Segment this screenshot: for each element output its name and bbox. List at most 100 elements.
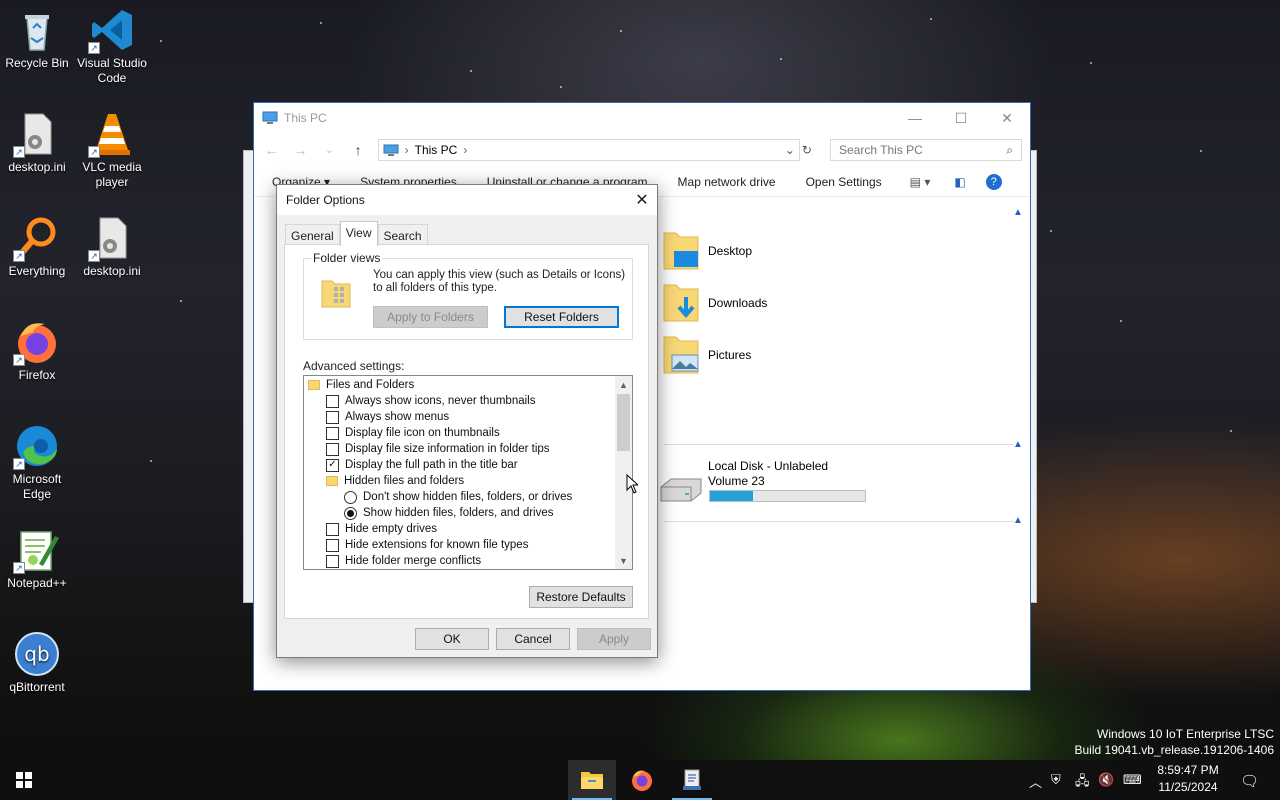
checkbox[interactable] (326, 522, 339, 536)
checkbox[interactable] (326, 538, 339, 552)
tab-view[interactable]: View (339, 221, 378, 246)
start-button[interactable] (0, 760, 48, 800)
recent-dropdown-icon[interactable]: ⌄ (320, 145, 339, 156)
forward-arrow-icon[interactable]: → (291, 142, 310, 158)
desktop-icon-firefox[interactable]: ↗ Firefox (1, 318, 73, 383)
close-window-button[interactable]: ✕ (984, 103, 1030, 133)
keyboard-icon[interactable]: ⌨ (1123, 772, 1142, 788)
qbittorrent-icon: qb (13, 630, 61, 678)
scroll-thumb[interactable] (617, 394, 630, 451)
reset-folders-button[interactable]: Reset Folders (504, 306, 619, 328)
setting-checkbox-row[interactable]: Display file icon on thumbnails (326, 425, 500, 441)
vscode-icon: ↗ (88, 6, 136, 54)
setting-checkbox-row[interactable]: Hide empty drives (326, 521, 437, 537)
back-arrow-icon[interactable]: ← (262, 142, 281, 158)
settings-scrollbar[interactable]: ▲ ▼ (615, 376, 632, 569)
setting-checkbox-row[interactable]: ✓ Display the full path in the title bar (326, 457, 518, 473)
folder-item-desktop[interactable]: Desktop (662, 231, 752, 271)
section-divider (664, 521, 1014, 522)
clock-time: 8:59:47 PM (1157, 763, 1219, 777)
breadcrumb-chevron-icon[interactable]: › (463, 143, 467, 157)
map-network-drive-button[interactable]: Map network drive (678, 175, 776, 189)
security-alert-icon[interactable]: ⛨ (1051, 772, 1061, 788)
desktop-icon-notepadpp[interactable]: ↗ Notepad++ (1, 526, 73, 591)
firefox-icon: ↗ (13, 318, 61, 366)
advanced-settings-list[interactable]: Hide folder merge conflicts Hide extensio… (303, 375, 633, 570)
file-explorer-icon (581, 772, 603, 789)
apply-to-folders-button[interactable]: Apply to Folders (373, 306, 488, 328)
radio-button[interactable] (344, 490, 357, 504)
tab-general[interactable]: General (285, 224, 340, 246)
folder-item-downloads[interactable]: Downloads (662, 283, 767, 323)
checkbox[interactable] (326, 442, 339, 456)
radio-button[interactable] (344, 506, 357, 520)
collapse-drives-icon[interactable]: ▲ (1013, 439, 1023, 450)
desktop-icon-qbittorrent[interactable]: qb qBittorrent (1, 630, 73, 695)
setting-checkbox-row[interactable]: Display file size information in folder … (326, 441, 550, 457)
maximize-button[interactable]: ☐ (938, 103, 984, 133)
checkbox[interactable] (326, 394, 339, 408)
settings-file-icon: ↗ (88, 214, 136, 262)
explorer-title-bar[interactable]: This PC — ☐ ✕ (254, 103, 1030, 133)
setting-checkbox-row[interactable]: Hide folder merge conflicts (326, 553, 481, 569)
folder-item-pictures[interactable]: Pictures (662, 335, 751, 375)
checkbox[interactable] (326, 554, 339, 568)
checkbox[interactable]: ✓ (326, 458, 339, 472)
address-dropdown-icon[interactable]: ⌄ (785, 143, 795, 157)
up-arrow-icon[interactable]: ↑ (349, 142, 368, 158)
scroll-up-icon[interactable]: ▲ (615, 376, 632, 393)
desktop-icon-desktop-ini[interactable]: ↗ desktop.ini (1, 110, 73, 175)
network-icon[interactable]: 🖧 (1075, 772, 1090, 794)
preview-pane-icon[interactable]: ◧ (954, 175, 965, 189)
os-watermark: Windows 10 IoT Enterprise LTSC Build 190… (1075, 726, 1275, 758)
desktop-icon-desktop-ini-2[interactable]: ↗ desktop.ini (76, 214, 148, 279)
setting-checkbox-row[interactable]: Always show icons, never thumbnails (326, 393, 535, 409)
show-hidden-icons-icon[interactable]: ︿ (1029, 772, 1042, 791)
folder-options-dialog[interactable]: Folder Options ✕ General View Search Fol… (276, 184, 658, 658)
checkbox[interactable] (326, 410, 339, 424)
ok-button[interactable]: OK (415, 628, 489, 650)
taskbar-app[interactable] (668, 760, 716, 800)
refresh-icon[interactable]: ↻ (802, 143, 812, 157)
help-icon[interactable]: ? (985, 173, 1002, 190)
setting-radio-row[interactable]: Show hidden files, folders, and drives (344, 505, 554, 521)
desktop-icon-vscode[interactable]: ↗ Visual Studio Code (76, 6, 148, 86)
cancel-button[interactable]: Cancel (496, 628, 570, 650)
breadcrumb-this-pc[interactable]: This PC (415, 143, 458, 157)
volume-muted-icon[interactable]: 🔇 (1098, 772, 1114, 788)
taskbar-file-explorer[interactable] (568, 760, 616, 800)
desktop-icon-label: Visual Studio Code (77, 56, 147, 85)
scroll-down-icon[interactable]: ▼ (615, 552, 632, 569)
change-view-icon[interactable]: ▤ ▾ (910, 175, 931, 189)
open-settings-button[interactable]: Open Settings (806, 175, 882, 189)
minimize-button[interactable]: — (892, 103, 938, 133)
setting-label: Files and Folders (326, 379, 415, 391)
search-input[interactable]: Search This PC ⌕ (829, 139, 1022, 161)
tab-search[interactable]: Search (377, 224, 428, 246)
search-placeholder: Search This PC (838, 143, 923, 157)
desktop-icon-label: Everything (8, 264, 66, 278)
desktop-icon-recycle-bin[interactable]: Recycle Bin (1, 6, 73, 71)
drive-item[interactable] (659, 473, 703, 506)
restore-defaults-button[interactable]: Restore Defaults (529, 586, 633, 608)
folder-label: Desktop (708, 244, 753, 258)
setting-checkbox-row[interactable]: Always show menus (326, 409, 449, 425)
close-icon[interactable]: ✕ (627, 190, 657, 210)
checkbox[interactable] (326, 426, 339, 440)
this-pc-icon (383, 144, 399, 156)
dialog-title-bar[interactable]: Folder Options ✕ (277, 185, 657, 215)
taskbar-firefox[interactable] (618, 760, 666, 800)
setting-checkbox-row[interactable]: Hide extensions for known file types (326, 537, 528, 553)
taskbar-clock[interactable]: 8:59:47 PM 11/25/2024 (1152, 762, 1224, 796)
setting-radio-row[interactable]: Don't show hidden files, folders, or dri… (344, 489, 572, 505)
advanced-settings-label: Advanced settings: (303, 359, 405, 373)
setting-label: Always show icons, never thumbnails (345, 395, 536, 407)
action-center-icon[interactable]: 🗨 (1240, 772, 1259, 790)
collapse-folders-icon[interactable]: ▲ (1013, 207, 1023, 218)
apply-button[interactable]: Apply (577, 628, 651, 650)
address-bar[interactable]: › This PC › ⌄ (377, 139, 800, 161)
desktop-icon-everything[interactable]: ↗ Everything (1, 214, 73, 279)
desktop-icon-edge[interactable]: ↗ Microsoft Edge (1, 422, 73, 502)
desktop-icon-vlc[interactable]: ↗ VLC media player (76, 110, 148, 190)
collapse-network-icon[interactable]: ▲ (1013, 515, 1023, 526)
